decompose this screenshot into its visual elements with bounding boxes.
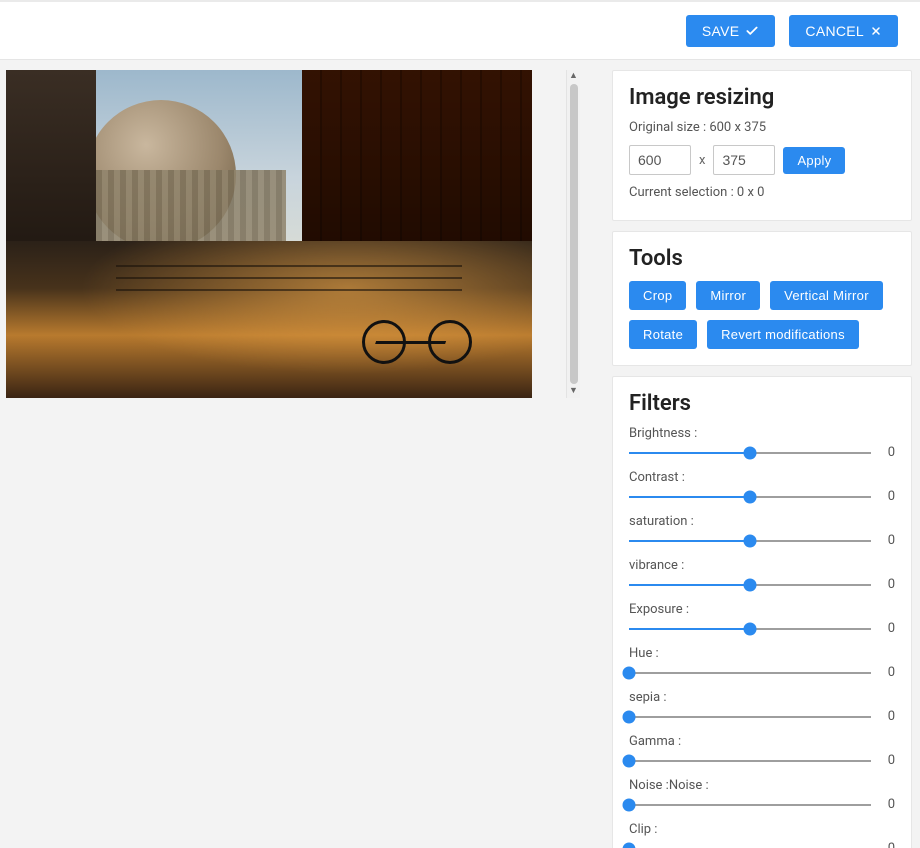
filter-label-saturation: saturation : <box>629 514 895 529</box>
crop-button[interactable]: Crop <box>629 281 686 310</box>
sidebar: Image resizing Original size : 600 x 375… <box>608 60 920 848</box>
filter-saturation: saturation : 0 <box>629 514 895 548</box>
slider-handle-brightness[interactable] <box>744 446 757 459</box>
height-input[interactable] <box>713 145 775 175</box>
vertical-mirror-button[interactable]: Vertical Mirror <box>770 281 883 310</box>
slider-handle-saturation[interactable] <box>744 534 757 547</box>
image-preview[interactable] <box>6 70 532 398</box>
dimension-separator: x <box>699 153 705 168</box>
header-bar: SAVE CANCEL <box>0 2 920 60</box>
mirror-button[interactable]: Mirror <box>696 281 760 310</box>
filter-label-noise: Noise :Noise : <box>629 778 895 793</box>
filter-clip: Clip : 0 <box>629 822 895 848</box>
apply-button-label: Apply <box>797 153 831 168</box>
panel-filters: Filters Brightness :0Contrast :0saturati… <box>612 376 912 848</box>
tools-title: Tools <box>629 246 895 271</box>
slider-sepia[interactable] <box>629 710 871 724</box>
cancel-button[interactable]: CANCEL <box>789 15 898 47</box>
slider-handle-noise[interactable] <box>623 798 636 811</box>
vertical-scrollbar[interactable]: ▲ ▼ <box>566 70 580 398</box>
scrollbar-thumb[interactable] <box>570 84 578 384</box>
slider-handle-gamma[interactable] <box>623 754 636 767</box>
slider-exposure[interactable] <box>629 622 871 636</box>
filter-sepia: sepia : 0 <box>629 690 895 724</box>
width-input[interactable] <box>629 145 691 175</box>
filter-label-brightness: Brightness : <box>629 426 895 441</box>
original-size-label: Original size : 600 x 375 <box>629 120 895 135</box>
slider-saturation[interactable] <box>629 534 871 548</box>
slider-handle-clip[interactable] <box>623 842 636 848</box>
filter-label-exposure: Exposure : <box>629 602 895 617</box>
revert-button-label: Revert modifications <box>721 327 845 342</box>
check-icon <box>745 24 759 38</box>
save-button[interactable]: SAVE <box>686 15 776 47</box>
rotate-button-label: Rotate <box>643 327 683 342</box>
revert-button[interactable]: Revert modifications <box>707 320 859 349</box>
slider-handle-hue[interactable] <box>623 666 636 679</box>
slider-value-contrast: 0 <box>881 489 895 504</box>
scroll-down-icon[interactable]: ▼ <box>569 387 578 396</box>
slider-value-hue: 0 <box>881 665 895 680</box>
slider-handle-exposure[interactable] <box>744 622 757 635</box>
scroll-up-icon[interactable]: ▲ <box>569 72 578 81</box>
filter-noise: Noise :Noise : 0 <box>629 778 895 812</box>
filter-vibrance: vibrance : 0 <box>629 558 895 592</box>
slider-handle-sepia[interactable] <box>623 710 636 723</box>
filter-hue: Hue : 0 <box>629 646 895 680</box>
filter-label-sepia: sepia : <box>629 690 895 705</box>
panel-resizing: Image resizing Original size : 600 x 375… <box>612 70 912 221</box>
apply-button[interactable]: Apply <box>783 147 845 174</box>
slider-value-noise: 0 <box>881 797 895 812</box>
slider-value-gamma: 0 <box>881 753 895 768</box>
filter-label-gamma: Gamma : <box>629 734 895 749</box>
filter-label-clip: Clip : <box>629 822 895 837</box>
filter-contrast: Contrast : 0 <box>629 470 895 504</box>
canvas-area: ▲ ▼ <box>0 60 608 848</box>
resizing-title: Image resizing <box>629 85 895 110</box>
save-button-label: SAVE <box>702 23 740 39</box>
filter-brightness: Brightness : 0 <box>629 426 895 460</box>
filter-gamma: Gamma : 0 <box>629 734 895 768</box>
vertical-mirror-button-label: Vertical Mirror <box>784 288 869 303</box>
mirror-button-label: Mirror <box>710 288 746 303</box>
slider-value-saturation: 0 <box>881 533 895 548</box>
panel-tools: Tools Crop Mirror Vertical Mirror Rotate… <box>612 231 912 366</box>
filter-label-vibrance: vibrance : <box>629 558 895 573</box>
slider-value-exposure: 0 <box>881 621 895 636</box>
slider-gamma[interactable] <box>629 754 871 768</box>
filter-label-hue: Hue : <box>629 646 895 661</box>
rotate-button[interactable]: Rotate <box>629 320 697 349</box>
filters-title: Filters <box>629 391 895 416</box>
current-selection-label: Current selection : 0 x 0 <box>629 185 895 200</box>
cancel-button-label: CANCEL <box>805 23 864 39</box>
crop-button-label: Crop <box>643 288 672 303</box>
slider-brightness[interactable] <box>629 446 871 460</box>
slider-handle-vibrance[interactable] <box>744 578 757 591</box>
slider-hue[interactable] <box>629 666 871 680</box>
slider-value-clip: 0 <box>881 841 895 848</box>
filter-label-contrast: Contrast : <box>629 470 895 485</box>
slider-value-sepia: 0 <box>881 709 895 724</box>
close-icon <box>870 25 882 37</box>
slider-handle-contrast[interactable] <box>744 490 757 503</box>
slider-value-vibrance: 0 <box>881 577 895 592</box>
slider-contrast[interactable] <box>629 490 871 504</box>
slider-vibrance[interactable] <box>629 578 871 592</box>
slider-value-brightness: 0 <box>881 445 895 460</box>
slider-clip[interactable] <box>629 842 871 848</box>
workspace: ▲ ▼ Image resizing Original size : 600 x… <box>0 60 920 848</box>
filter-exposure: Exposure : 0 <box>629 602 895 636</box>
slider-noise[interactable] <box>629 798 871 812</box>
